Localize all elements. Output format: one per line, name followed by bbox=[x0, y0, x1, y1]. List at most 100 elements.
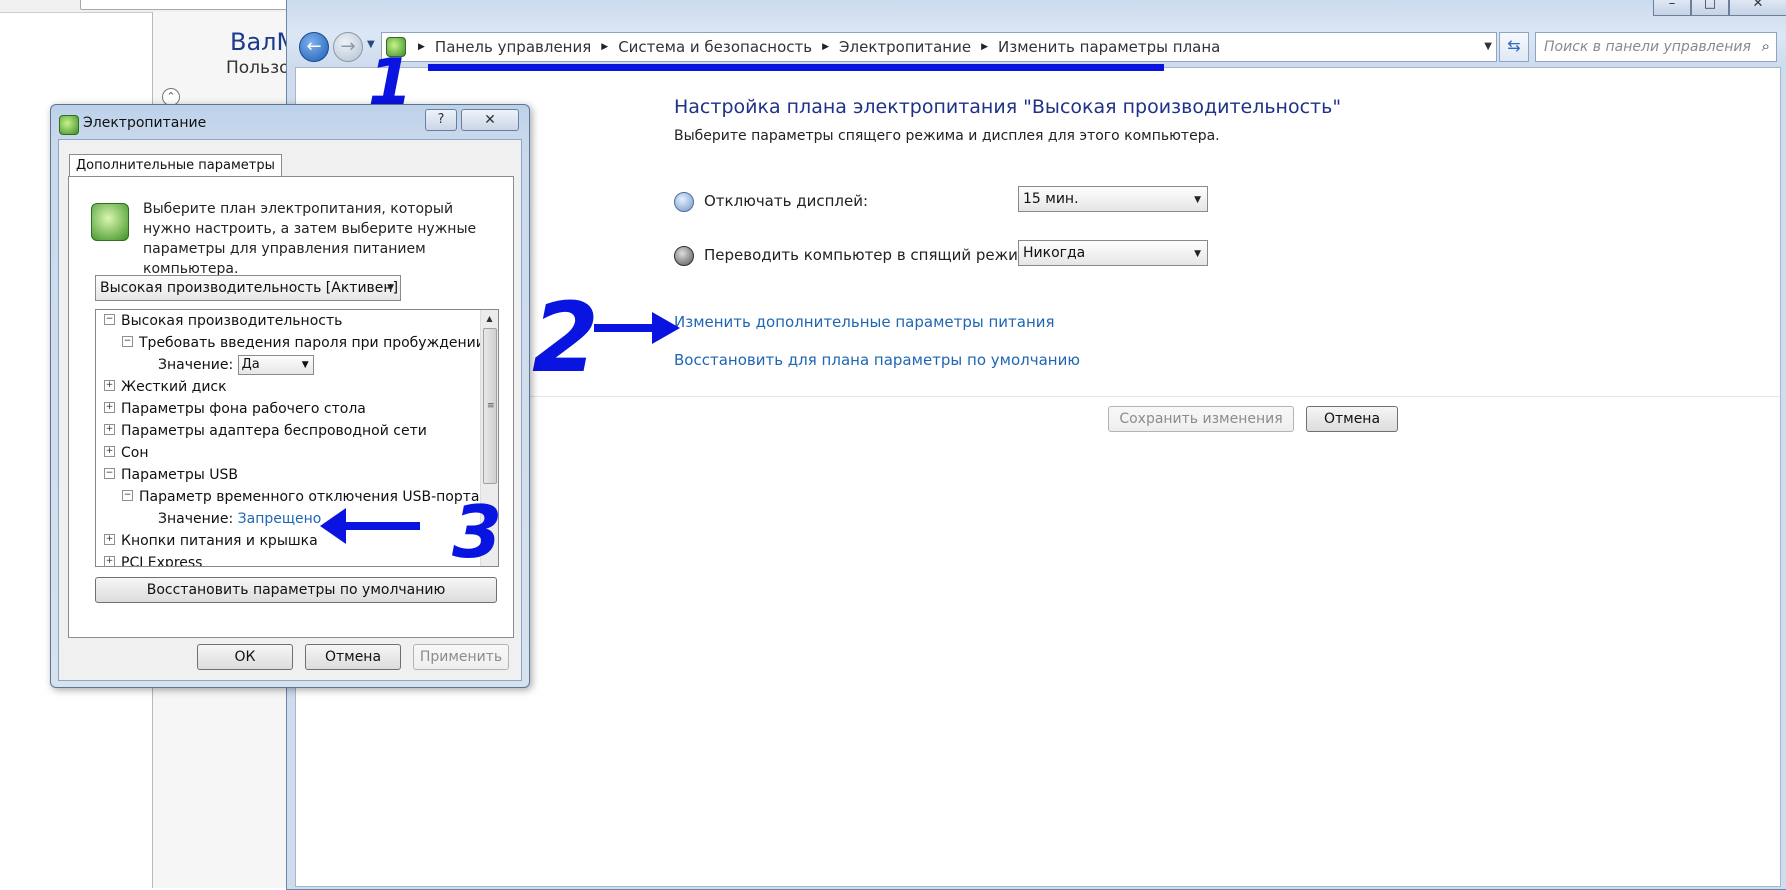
tree-item[interactable]: + Параметры адаптера беспроводной сети bbox=[104, 420, 427, 442]
tree-item-label: Жесткий диск bbox=[121, 379, 227, 395]
search-placeholder: Поиск в панели управления bbox=[1544, 39, 1751, 55]
minimize-icon[interactable]: – bbox=[1653, 0, 1691, 16]
dialog-intro-text: Выберите план электропитания, который ну… bbox=[143, 201, 477, 277]
collapse-icon[interactable]: − bbox=[122, 335, 133, 347]
tree-item-label: PCI Express bbox=[121, 555, 203, 567]
tree-item[interactable]: + Жесткий диск bbox=[104, 376, 227, 398]
chevron-down-icon: ▼ bbox=[301, 360, 309, 370]
battery-plan-icon bbox=[91, 203, 129, 241]
address-bar[interactable]: ▶ Панель управления ▶ Система и безопасн… bbox=[381, 32, 1497, 62]
cancel-button[interactable]: Отмена bbox=[1306, 406, 1398, 432]
value-label: Значение: bbox=[158, 357, 234, 373]
password-value: Да bbox=[241, 357, 260, 372]
expand-icon[interactable]: + bbox=[104, 555, 115, 566]
restore-defaults-button[interactable]: Восстановить параметры по умолчанию bbox=[95, 577, 497, 603]
ok-button[interactable]: ОК bbox=[197, 644, 293, 670]
annotation-arrow-left bbox=[336, 522, 420, 530]
advanced-settings-link[interactable]: Изменить дополнительные параметры питани… bbox=[674, 313, 1055, 331]
sleep-value: Никогда bbox=[1023, 245, 1086, 261]
search-input[interactable]: Поиск в панели управления ⌕ bbox=[1535, 32, 1777, 62]
window-controls: – □ ✕ bbox=[1653, 0, 1786, 16]
power-options-icon bbox=[59, 115, 79, 135]
expand-icon[interactable]: + bbox=[104, 379, 115, 391]
navigation-toolbar: ← → ▼ ▶ Панель управления ▶ Система и бе… bbox=[287, 29, 1786, 65]
settings-tree[interactable]: − Высокая производительность − Требовать в… bbox=[95, 309, 499, 567]
help-icon[interactable]: ? bbox=[425, 109, 457, 131]
display-off-value: 15 мин. bbox=[1023, 191, 1079, 207]
tree-item[interactable]: + Сон bbox=[104, 442, 149, 464]
breadcrumb-separator-icon[interactable]: ▶ bbox=[981, 42, 988, 52]
page-subtitle: Выберите параметры спящего режима и дисп… bbox=[674, 128, 1220, 144]
expand-icon[interactable]: + bbox=[104, 423, 115, 435]
annotation-arrowhead-left bbox=[320, 508, 346, 544]
tree-item-label: Параметры фона рабочего стола bbox=[121, 401, 366, 417]
tab-advanced-settings[interactable]: Дополнительные параметры bbox=[69, 154, 282, 177]
tree-item[interactable]: − Высокая производительность bbox=[104, 310, 342, 332]
chevron-down-icon: ▼ bbox=[387, 283, 394, 293]
breadcrumb-item[interactable]: Система и безопасность bbox=[618, 38, 812, 56]
collapse-icon[interactable]: − bbox=[104, 467, 115, 479]
expand-icon[interactable]: + bbox=[104, 445, 115, 457]
address-dropdown-icon[interactable]: ▼ bbox=[1484, 41, 1492, 52]
tree-item-label: Требовать введения пароля при пробуждени… bbox=[139, 335, 485, 351]
restore-defaults-link[interactable]: Восстановить для плана параметры по умол… bbox=[674, 351, 1080, 369]
save-changes-button[interactable]: Сохранить изменения bbox=[1108, 406, 1294, 432]
background-address-bar bbox=[80, 0, 302, 10]
tree-item-label: Параметр временного отключения USB-порта bbox=[139, 489, 480, 505]
annotation-underline bbox=[428, 64, 1164, 71]
tree-item[interactable]: + Кнопки питания и крышка bbox=[104, 530, 318, 552]
annotation-number-3: 3 bbox=[452, 490, 503, 574]
close-icon[interactable]: ✕ bbox=[1729, 0, 1786, 16]
tab-panel: Выберите план электропитания, который ну… bbox=[68, 176, 514, 638]
back-arrow-icon[interactable]: ← bbox=[299, 32, 329, 62]
refresh-icon[interactable]: ⇆ bbox=[1499, 32, 1529, 62]
display-icon bbox=[674, 192, 694, 212]
tree-item-label: Параметры USB bbox=[121, 467, 239, 483]
scroll-up-icon[interactable]: ▲ bbox=[481, 310, 498, 327]
tree-item[interactable]: − Параметры USB bbox=[104, 464, 238, 486]
tree-value-row: Значение: Запрещено bbox=[158, 508, 321, 530]
close-icon[interactable]: ✕ bbox=[461, 109, 519, 131]
breadcrumb-item[interactable]: Панель управления bbox=[435, 38, 591, 56]
apply-button[interactable]: Применить bbox=[413, 644, 509, 670]
collapse-icon[interactable]: − bbox=[122, 489, 133, 501]
dialog-title: Электропитание bbox=[83, 115, 207, 131]
expand-icon[interactable]: + bbox=[104, 533, 115, 545]
power-plan-value: Высокая производительность [Активен] bbox=[100, 280, 399, 296]
tree-item[interactable]: − Параметр временного отключения USB-порт… bbox=[122, 486, 479, 508]
sleep-select[interactable]: Никогда ▼ bbox=[1018, 240, 1208, 266]
chevron-down-icon: ▼ bbox=[1194, 249, 1201, 259]
scrollbar-thumb[interactable]: ≡ bbox=[483, 328, 497, 484]
tree-item-label: Кнопки питания и крышка bbox=[121, 533, 318, 549]
breadcrumb-item[interactable]: Изменить параметры плана bbox=[998, 38, 1220, 56]
breadcrumb-separator-icon[interactable]: ▶ bbox=[601, 42, 608, 52]
collapse-icon[interactable]: − bbox=[104, 313, 115, 325]
power-plan-select[interactable]: Высокая производительность [Активен] ▼ bbox=[95, 275, 401, 301]
display-off-select[interactable]: 15 мин. ▼ bbox=[1018, 186, 1208, 212]
breadcrumb-separator-icon[interactable]: ▶ bbox=[822, 42, 829, 52]
dialog-cancel-button[interactable]: Отмена bbox=[305, 644, 401, 670]
forward-arrow-icon[interactable]: → bbox=[333, 32, 363, 62]
value-label: Значение: bbox=[158, 511, 234, 527]
tree-item-label: Высокая производительность bbox=[121, 313, 343, 329]
sleep-moon-icon bbox=[674, 246, 694, 266]
tree-item[interactable]: − Требовать введения пароля при пробужден… bbox=[122, 332, 485, 354]
breadcrumb-item[interactable]: Электропитание bbox=[839, 38, 971, 56]
tree-item[interactable]: + Параметры фона рабочего стола bbox=[104, 398, 366, 420]
password-value-select[interactable]: Да ▼ bbox=[237, 355, 314, 375]
power-options-dialog: Электропитание ? ✕ Дополнительные параме… bbox=[50, 104, 530, 688]
breadcrumb-separator-icon[interactable]: ▶ bbox=[418, 42, 425, 52]
breadcrumb: ▶ Панель управления ▶ Система и безопасн… bbox=[412, 33, 1220, 61]
sleep-label: Переводить компьютер в спящий режим: bbox=[704, 246, 1035, 264]
expand-icon[interactable]: + bbox=[104, 401, 115, 413]
display-off-label: Отключать дисплей: bbox=[704, 192, 869, 210]
usb-suspend-value-link[interactable]: Запрещено bbox=[238, 511, 322, 527]
tree-item[interactable]: + PCI Express bbox=[104, 552, 203, 567]
maximize-icon[interactable]: □ bbox=[1691, 0, 1729, 16]
search-icon[interactable]: ⌕ bbox=[1762, 37, 1770, 55]
annotation-arrowhead-right bbox=[652, 312, 680, 344]
tree-item-label: Сон bbox=[121, 445, 149, 461]
background-user-sub: Пользо bbox=[226, 58, 290, 78]
page-title: Настройка плана электропитания "Высокая … bbox=[674, 96, 1342, 118]
chevron-down-icon: ▼ bbox=[1194, 195, 1201, 205]
